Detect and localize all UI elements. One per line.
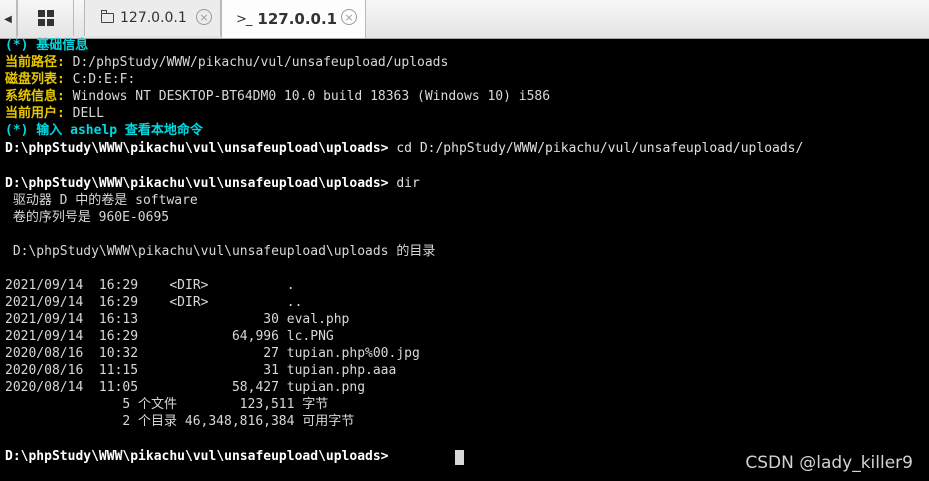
chevron-left-icon[interactable]: ◀ bbox=[0, 0, 17, 38]
files-summary: 5 个文件 123,511 字节 bbox=[5, 397, 329, 412]
command-text: dir bbox=[388, 176, 420, 191]
info-path-value: D:/phpStudy/WWW/pikachu/vul/unsafeupload… bbox=[64, 55, 449, 70]
dir-entry: 2021/09/14 16:29 <DIR> . bbox=[5, 278, 295, 293]
volume-line: 驱动器 D 中的卷是 software bbox=[5, 193, 198, 208]
dir-entry: 2021/09/14 16:13 30 eval.php bbox=[5, 312, 350, 327]
prompt: D:\phpStudy\WWW\pikachu\vul\unsafeupload… bbox=[5, 141, 389, 156]
info-user-row: 当前用户: DELL bbox=[5, 105, 104, 122]
info-path-key: 当前路径: bbox=[5, 55, 65, 70]
terminal-output[interactable]: (*) 基础信息 当前路径: D:/phpStudy/WWW/pikachu/v… bbox=[0, 38, 929, 481]
terminal-icon: >_ bbox=[236, 11, 252, 27]
info-user-value: DELL bbox=[64, 106, 104, 121]
close-icon[interactable]: × bbox=[341, 9, 357, 25]
folder-icon bbox=[100, 10, 114, 23]
command-line-current[interactable]: D:\phpStudy\WWW\pikachu\vul\unsafeupload… bbox=[5, 448, 389, 465]
dir-entry: 2021/09/14 16:29 <DIR> .. bbox=[5, 295, 303, 310]
serial-line: 卷的序列号是 960E-0695 bbox=[5, 210, 170, 225]
info-path-row: 当前路径: D:/phpStudy/WWW/pikachu/vul/unsafe… bbox=[5, 54, 448, 71]
info-disk-value: C:D:E:F: bbox=[64, 72, 136, 87]
command-line-cd: D:\phpStudy\WWW\pikachu\vul\unsafeupload… bbox=[5, 140, 803, 157]
tab-terminal[interactable]: >_ 127.0.0.1 × bbox=[221, 0, 366, 38]
info-hint: (*) 输入 ashelp 查看本地命令 bbox=[5, 123, 203, 138]
text-cursor bbox=[455, 450, 464, 465]
tab-file-manager[interactable]: 127.0.0.1 × bbox=[84, 0, 221, 36]
tab-file-manager-label: 127.0.0.1 bbox=[120, 10, 187, 26]
info-disk-row: 磁盘列表: C:D:E:F: bbox=[5, 71, 135, 88]
tab-terminal-label: 127.0.0.1 bbox=[257, 10, 338, 28]
dir-entry: 2020/08/14 11:05 58,427 tupian.png bbox=[5, 380, 366, 395]
info-system-value: Windows NT DESKTOP-BT64DM0 10.0 build 18… bbox=[64, 89, 551, 104]
info-header: (*) 基础信息 bbox=[5, 38, 89, 53]
info-system-key: 系统信息: bbox=[5, 89, 65, 104]
info-user-key: 当前用户: bbox=[5, 106, 65, 121]
dir-entry: 2020/08/16 10:32 27 tupian.php%00.jpg bbox=[5, 346, 420, 361]
tab-bar: ◀ 127.0.0.1 × >_ 127.0.0.1 × bbox=[0, 0, 929, 39]
watermark: CSDN @lady_killer9 bbox=[745, 452, 913, 473]
info-system-row: 系统信息: Windows NT DESKTOP-BT64DM0 10.0 bu… bbox=[5, 88, 550, 105]
info-disk-key: 磁盘列表: bbox=[5, 72, 65, 87]
dir-entry: 2020/08/16 11:15 31 tupian.php.aaa bbox=[5, 363, 397, 378]
dirs-summary: 2 个目录 46,348,816,384 可用字节 bbox=[5, 414, 355, 429]
prompt: D:\phpStudy\WWW\pikachu\vul\unsafeupload… bbox=[5, 449, 389, 464]
command-line-dir: D:\phpStudy\WWW\pikachu\vul\unsafeupload… bbox=[5, 175, 420, 192]
dir-entry: 2021/09/14 16:29 64,996 lc.PNG bbox=[5, 329, 334, 344]
tab-dashboard[interactable] bbox=[17, 0, 74, 36]
close-icon[interactable]: × bbox=[196, 9, 212, 25]
directory-of-line: D:\phpStudy\WWW\pikachu\vul\unsafeupload… bbox=[5, 244, 436, 259]
grid-icon bbox=[37, 10, 54, 26]
prompt: D:\phpStudy\WWW\pikachu\vul\unsafeupload… bbox=[5, 176, 389, 191]
command-text: cd D:/phpStudy/WWW/pikachu/vul/unsafeupl… bbox=[388, 141, 804, 156]
